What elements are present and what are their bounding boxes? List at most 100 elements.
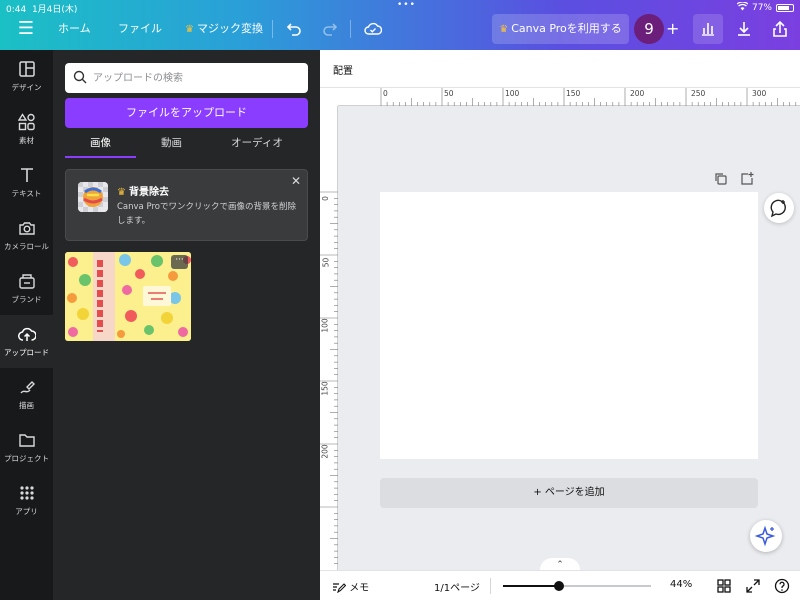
insights-button[interactable] bbox=[693, 14, 723, 44]
tab-audio[interactable]: オーディオ bbox=[215, 134, 299, 158]
background-remover-promo[interactable]: ♛ 背景除去 Canva Proでワンクリックで画像の背景を削除します。 ✕ bbox=[65, 169, 308, 241]
nav-label: アップロード bbox=[4, 348, 49, 357]
design-page[interactable] bbox=[380, 192, 758, 459]
background-remover-thumbnail bbox=[78, 182, 108, 212]
tab-videos[interactable]: 動画 bbox=[136, 134, 207, 158]
editor-canvas-area: 配置 0 50 100 150 200 250 300 0 50 100 150… bbox=[320, 50, 800, 570]
text-icon bbox=[20, 168, 33, 182]
comment-button[interactable] bbox=[764, 193, 794, 223]
expand-pages-button[interactable]: ⌃ bbox=[540, 558, 580, 570]
tab-images[interactable]: 画像 bbox=[65, 134, 136, 158]
battery-percent: 77% bbox=[751, 3, 772, 13]
position-button[interactable]: 配置 bbox=[333, 62, 353, 77]
brand-icon bbox=[18, 274, 35, 289]
uploaded-image-thumbnail[interactable]: ··· bbox=[65, 252, 191, 341]
grid-view-button[interactable] bbox=[716, 578, 732, 594]
nav-item-draw[interactable]: 描画 bbox=[0, 368, 53, 421]
pen-notes-icon bbox=[333, 583, 347, 594]
grid-icon bbox=[717, 579, 731, 593]
add-page-icon-button[interactable] bbox=[740, 172, 754, 186]
more-options-button[interactable]: ··· bbox=[171, 255, 188, 269]
ruler-corner bbox=[320, 88, 338, 106]
ruler-label: 200 bbox=[630, 89, 645, 98]
expand-icon bbox=[746, 579, 760, 593]
crown-icon: ♛ bbox=[117, 187, 126, 198]
ruler-label: 200 bbox=[320, 444, 330, 459]
layout-icon bbox=[18, 61, 35, 77]
nav-label: テキスト bbox=[11, 189, 42, 198]
sparkle-icon bbox=[754, 525, 776, 547]
file-menu-button[interactable]: ファイル bbox=[118, 14, 162, 44]
crown-icon: ♛ bbox=[499, 24, 509, 35]
cloud-save-button[interactable] bbox=[364, 14, 383, 44]
ruler-label: 150 bbox=[566, 89, 581, 98]
zoom-slider-fill bbox=[503, 585, 560, 587]
cloud-check-icon bbox=[364, 22, 383, 35]
multitask-dots-icon[interactable]: ••• bbox=[397, 0, 416, 10]
cloud-upload-icon bbox=[17, 327, 36, 341]
notes-button[interactable]: メモ bbox=[332, 579, 369, 594]
top-header: 0:44 1月4日(木) ••• 77% ☰ ホーム ファイル ♛ マジック変換 … bbox=[0, 0, 800, 50]
redo-icon bbox=[323, 23, 338, 36]
download-icon bbox=[738, 22, 750, 36]
nav-label: 描画 bbox=[19, 401, 34, 410]
menu-button[interactable]: ☰ bbox=[14, 14, 38, 44]
ruler-label: 50 bbox=[444, 89, 454, 98]
undo-button[interactable] bbox=[286, 14, 302, 44]
page-indicator[interactable]: 1/1ページ bbox=[434, 579, 480, 594]
nav-item-text[interactable]: テキスト bbox=[0, 156, 53, 209]
nav-item-projects[interactable]: プロジェクト bbox=[0, 421, 53, 474]
avatar[interactable]: 9 bbox=[634, 14, 664, 44]
close-icon[interactable]: ✕ bbox=[291, 174, 301, 188]
nav-label: ブランド bbox=[11, 295, 42, 304]
bottom-divider bbox=[490, 578, 491, 594]
nav-item-uploads[interactable]: アップロード bbox=[0, 315, 53, 368]
shapes-icon bbox=[17, 113, 35, 131]
add-page-icon bbox=[741, 172, 754, 185]
header-divider bbox=[350, 20, 351, 38]
background-remover-description: Canva Proでワンクリックで画像の背景を削除します。 bbox=[117, 202, 296, 226]
canva-pro-button[interactable]: ♛ Canva Proを利用する bbox=[492, 14, 629, 44]
ruler-label: 300 bbox=[752, 89, 767, 98]
redo-button[interactable] bbox=[322, 14, 338, 44]
ruler-label: 100 bbox=[505, 89, 520, 98]
nav-item-brand[interactable]: ブランド bbox=[0, 262, 53, 315]
context-toolbar: 配置 bbox=[320, 50, 800, 88]
left-navigation: デザイン 素材 テキスト カメラロール ブランド アップロード 描画 プロジェク… bbox=[0, 50, 53, 600]
status-bar: 0:44 1月4日(木) ••• 77% bbox=[6, 0, 794, 15]
nav-item-elements[interactable]: 素材 bbox=[0, 103, 53, 156]
help-button[interactable] bbox=[774, 578, 790, 594]
uploads-panel: ファイルをアップロード 画像 動画 オーディオ ♛背景除去 Canva Proで… bbox=[53, 50, 320, 600]
vertical-ruler[interactable]: 0 50 100 150 200 bbox=[320, 106, 338, 570]
upload-file-button[interactable]: ファイルをアップロード bbox=[65, 98, 308, 128]
search-icon bbox=[73, 70, 87, 84]
nav-item-apps[interactable]: アプリ bbox=[0, 474, 53, 527]
fullscreen-button[interactable] bbox=[745, 578, 761, 594]
crown-icon: ♛ bbox=[185, 24, 194, 35]
search-box[interactable] bbox=[65, 63, 308, 93]
duplicate-page-button[interactable] bbox=[714, 172, 728, 186]
download-button[interactable] bbox=[729, 14, 759, 44]
search-input[interactable] bbox=[93, 68, 298, 88]
nav-item-camera-roll[interactable]: カメラロール bbox=[0, 209, 53, 262]
share-icon bbox=[773, 20, 787, 37]
add-page-button[interactable]: + ページを追加 bbox=[380, 478, 758, 508]
magic-assistant-button[interactable] bbox=[750, 520, 782, 552]
magic-switch-button[interactable]: ♛ マジック変換 bbox=[185, 14, 263, 44]
add-collaborator-button[interactable]: + bbox=[666, 14, 679, 44]
nav-item-design[interactable]: デザイン bbox=[0, 50, 53, 103]
horizontal-ruler[interactable]: 0 50 100 150 200 250 300 bbox=[338, 88, 800, 106]
folder-icon bbox=[18, 434, 35, 447]
share-button[interactable] bbox=[765, 14, 795, 44]
magic-switch-label: マジック変換 bbox=[196, 22, 263, 35]
nav-label: カメラロール bbox=[4, 242, 49, 251]
apps-grid-icon bbox=[19, 486, 34, 500]
zoom-level[interactable]: 44% bbox=[670, 579, 692, 590]
zoom-slider-handle[interactable] bbox=[554, 581, 565, 591]
nav-label: プロジェクト bbox=[4, 454, 49, 463]
home-button[interactable]: ホーム bbox=[58, 14, 91, 44]
notes-label: メモ bbox=[349, 583, 370, 594]
zoom-slider[interactable] bbox=[503, 581, 651, 591]
camera-icon bbox=[18, 222, 35, 235]
wifi-icon bbox=[736, 1, 749, 14]
